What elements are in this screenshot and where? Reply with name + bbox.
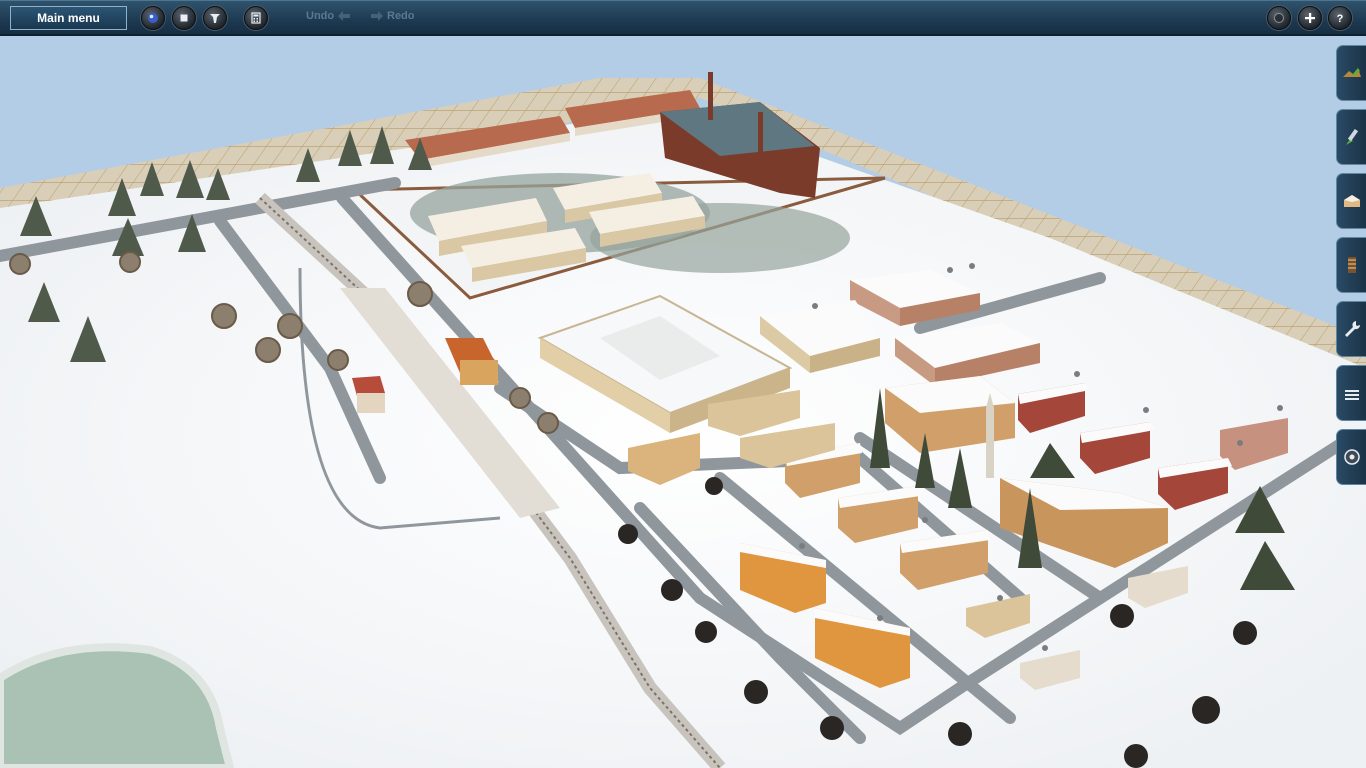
terrain-tool-icon[interactable] (1336, 45, 1366, 101)
svg-text:?: ? (1337, 13, 1344, 25)
settings-tool-icon[interactable] (1336, 429, 1366, 485)
paint-tool-icon[interactable] (1336, 109, 1366, 165)
main-menu-button[interactable]: Main menu (10, 6, 127, 30)
map-viewport[interactable] (0, 38, 1366, 768)
stop-icon[interactable] (172, 6, 196, 30)
top-toolbar: Main menu Undo Redo ? (0, 0, 1366, 36)
calculator-icon[interactable] (244, 6, 268, 30)
undo-button[interactable]: Undo (306, 10, 351, 22)
camera-icon[interactable] (1267, 6, 1291, 30)
redo-label: Redo (387, 10, 415, 22)
buildings-tool-icon[interactable] (1336, 173, 1366, 229)
wrench-tool-icon[interactable] (1336, 301, 1366, 357)
help-icon[interactable]: ? (1328, 6, 1352, 30)
undo-label: Undo (306, 10, 335, 22)
redo-button[interactable]: Redo (371, 10, 415, 22)
undo-arrow-icon (338, 11, 351, 21)
tools-icon[interactable] (203, 6, 227, 30)
track-tool-icon[interactable] (1336, 237, 1366, 293)
layers-tool-icon[interactable] (1336, 365, 1366, 421)
church-tower[interactable] (986, 393, 994, 478)
add-icon[interactable] (1298, 6, 1322, 30)
scene[interactable] (0, 38, 1366, 768)
redo-arrow-icon (371, 11, 383, 21)
view-icon[interactable] (141, 6, 165, 30)
